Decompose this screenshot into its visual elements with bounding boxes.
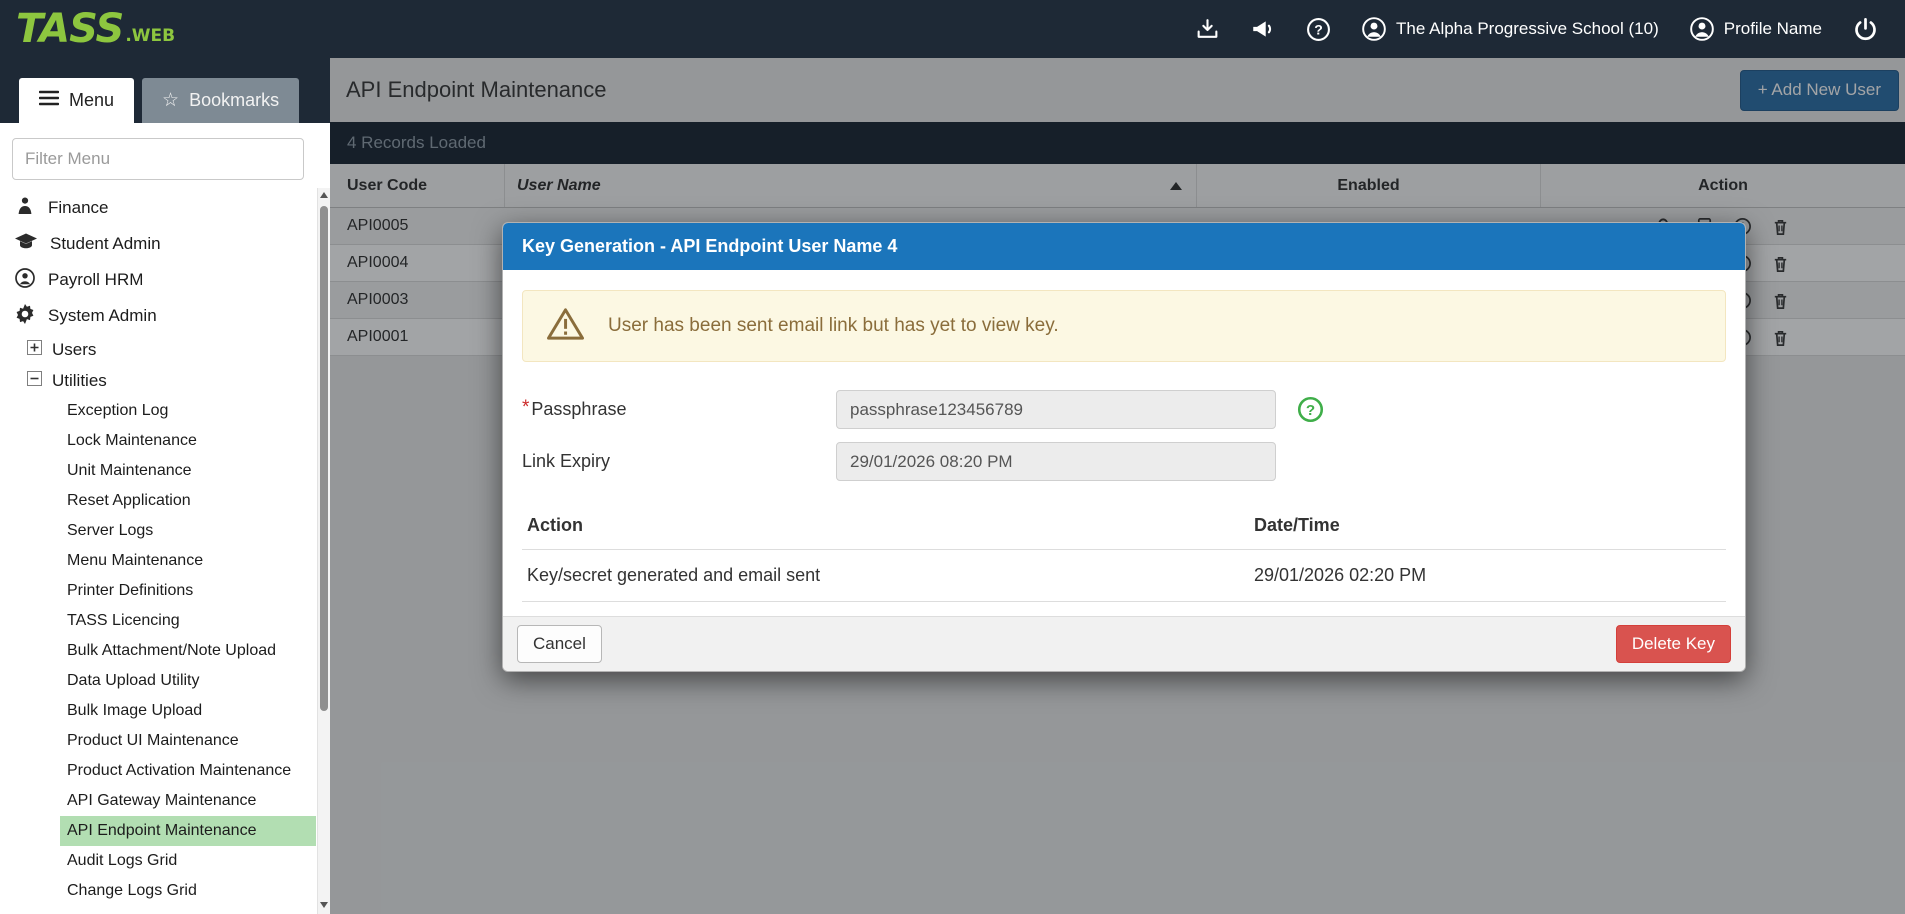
logout-button[interactable] [1852,16,1879,43]
profile-menu[interactable]: Profile Name [1689,16,1822,42]
help-icon: ? [1306,17,1331,42]
required-marker: * [522,397,529,419]
sidebar-item-server-logs[interactable]: Server Logs [60,516,316,546]
sidebar-item-bulk-image-upload[interactable]: Bulk Image Upload [60,696,316,726]
sidebar-item-api-gateway-maintenance[interactable]: API Gateway Maintenance [60,786,316,816]
warning-alert: User has been sent email link but has ye… [522,290,1726,362]
topbar: TASS .WEB ? The Alpha Progressive School… [0,0,1905,58]
scrollbar-thumb[interactable] [320,206,328,711]
sidebar-item-unit-maintenance[interactable]: Unit Maintenance [60,456,316,486]
sidebar-item-student-admin[interactable]: Student Admin [0,226,330,262]
profile-name: Profile Name [1724,19,1822,39]
warning-message: User has been sent email link but has ye… [608,315,1059,337]
passphrase-help-icon[interactable]: ? [1297,396,1324,423]
hamburger-icon [39,90,59,111]
school-icon [1361,16,1387,42]
cancel-button[interactable]: Cancel [517,625,602,663]
sidebar-item-printer-definitions[interactable]: Printer Definitions [60,576,316,606]
announcements-button[interactable] [1250,16,1276,42]
sidebar-item-change-logs-grid[interactable]: Change Logs Grid [60,876,316,906]
power-icon [1852,16,1879,43]
help-button[interactable]: ? [1306,17,1331,42]
gear-icon [15,304,35,329]
passphrase-label: * Passphrase [522,399,836,420]
modal-title: Key Generation - API Endpoint User Name … [522,236,897,257]
sidebar-tree-label: Users [52,340,96,360]
sidebar-item-label: Student Admin [50,234,161,254]
sidebar-item-product-ui-maintenance[interactable]: Product UI Maintenance [60,726,316,756]
sidebar-item-data-upload-utility[interactable]: Data Upload Utility [60,666,316,696]
scroll-down-icon[interactable] [320,902,328,908]
star-icon: ☆ [162,91,179,110]
sidebar-tree-utilities[interactable]: Utilities [0,365,330,396]
warning-triangle-icon [547,307,584,346]
sidebar-item-api-endpoint-maintenance[interactable]: API Endpoint Maintenance [60,816,316,846]
sidebar-tree-label: Utilities [52,371,107,391]
collapse-icon[interactable] [27,371,42,391]
sidebar-item-product-activation-maintenance[interactable]: Product Activation Maintenance [60,756,316,786]
delete-key-button[interactable]: Delete Key [1616,625,1731,663]
history-column-action: Action [527,515,1254,536]
svg-text:?: ? [1306,402,1315,419]
download-tray-button[interactable] [1195,17,1220,42]
link-expiry-field[interactable]: 29/01/2026 08:20 PM [836,442,1276,481]
sidebar-item-bulk-attachment-note-upload[interactable]: Bulk Attachment/Note Upload [60,636,316,666]
school-selector[interactable]: The Alpha Progressive School (10) [1361,16,1659,42]
sidebar-item-label: Payroll HRM [48,270,143,290]
sidebar-item-payroll-hrm[interactable]: Payroll HRM [0,262,330,298]
modal-footer: Cancel Delete Key [503,616,1745,671]
sidebar-item-exception-log[interactable]: Exception Log [60,396,316,426]
sidebar-item-system-admin[interactable]: System Admin [0,298,330,334]
tass-logo[interactable]: TASS .WEB [16,9,175,49]
logo-suffix: .WEB [125,26,175,49]
finance-icon [15,196,35,221]
sidebar-tabstrip: Menu ☆ Bookmarks [0,58,330,123]
sidebar-item-finance[interactable]: Finance [0,190,330,226]
logo-text: TASS [16,9,123,49]
sidebar-item-tass-licencing[interactable]: TASS Licencing [60,606,316,636]
history-row: Key/secret generated and email sent 29/0… [522,550,1726,602]
history-column-datetime: Date/Time [1254,515,1726,536]
sidebar-item-lock-maintenance[interactable]: Lock Maintenance [60,426,316,456]
key-generation-modal: Key Generation - API Endpoint User Name … [502,222,1746,672]
expand-icon[interactable] [27,340,42,360]
sidebar-item-audit-logs-grid[interactable]: Audit Logs Grid [60,846,316,876]
tab-bookmarks[interactable]: ☆ Bookmarks [142,78,299,123]
download-tray-icon [1195,17,1220,42]
person-circle-icon [15,268,35,293]
key-history-table: Action Date/Time Key/secret generated an… [522,511,1726,602]
modal-header: Key Generation - API Endpoint User Name … [503,223,1745,270]
link-expiry-label: Link Expiry [522,451,836,472]
history-datetime-cell: 29/01/2026 02:20 PM [1254,565,1726,586]
megaphone-icon [1250,16,1276,42]
profile-icon [1689,16,1715,42]
sidebar-item-reset-application[interactable]: Reset Application [60,486,316,516]
tab-menu-label: Menu [69,90,114,111]
history-action-cell: Key/secret generated and email sent [527,565,1254,586]
sidebar-item-label: System Admin [48,306,157,326]
scroll-up-icon[interactable] [320,192,328,198]
school-name: The Alpha Progressive School (10) [1396,19,1659,39]
filter-menu-input[interactable] [12,138,304,180]
sidebar-item-menu-maintenance[interactable]: Menu Maintenance [60,546,316,576]
sidebar-menu-panel: Finance Student Admin Payroll HRM System… [0,123,330,914]
sidebar-tree-users[interactable]: Users [0,334,330,365]
svg-text:?: ? [1314,21,1323,37]
graduation-cap-icon [15,233,37,256]
sidebar-scrollbar[interactable] [317,188,330,914]
tab-bookmarks-label: Bookmarks [189,90,279,111]
passphrase-field[interactable]: passphrase123456789 [836,390,1276,429]
sidebar-item-label: Finance [48,198,108,218]
tab-menu[interactable]: Menu [19,78,134,123]
